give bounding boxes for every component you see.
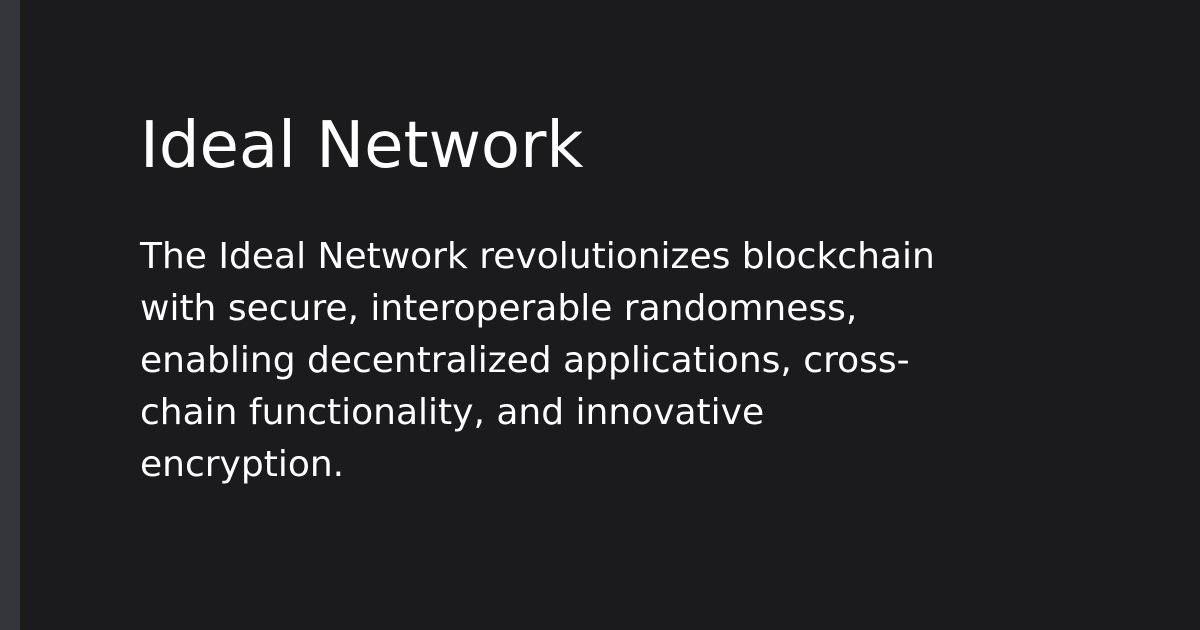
card-content: Ideal Network The Ideal Network revoluti… bbox=[140, 108, 960, 491]
page-title: Ideal Network bbox=[140, 109, 584, 183]
left-accent-bar bbox=[0, 0, 20, 630]
social-preview-card: Ideal Network The Ideal Network revoluti… bbox=[0, 0, 1200, 630]
page-description: The Ideal Network revolutionizes blockch… bbox=[140, 235, 935, 485]
